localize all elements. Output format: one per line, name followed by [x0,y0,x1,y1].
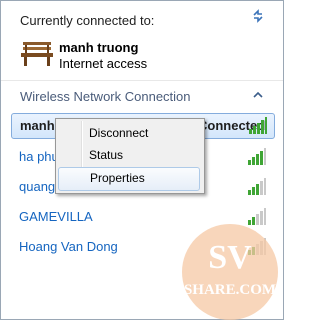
menu-item-label: Status [89,148,124,162]
menu-item-label: Properties [90,171,145,185]
signal-strength-icon [248,148,266,165]
collapse-chevron-icon[interactable] [253,91,263,99]
watermark-bottom-text: SHARE.COM [184,282,276,298]
connected-network-name: manh truong [59,40,139,55]
section-divider [1,80,283,81]
signal-strength-icon [249,117,267,134]
network-name: GAMEVILLA [19,209,93,224]
watermark-top-text: SV [208,239,252,276]
menu-item-label: Disconnect [89,126,149,140]
menu-item-status[interactable]: Status [58,145,200,167]
watermark-logo: SV SHARE.COM [182,224,278,320]
signal-strength-icon [248,178,266,195]
network-name: Hoang Van Dong [19,239,118,254]
wireless-section-label: Wireless Network Connection [20,89,191,104]
connected-network-status: Internet access [59,56,148,71]
bench-network-icon [21,42,53,66]
context-menu: Disconnect Status Properties [55,118,205,194]
current-connection-title: Currently connected to: [20,13,155,28]
refresh-icon[interactable] [251,9,265,23]
menu-item-properties[interactable]: Properties [58,167,200,191]
menu-item-disconnect[interactable]: Disconnect [58,123,200,145]
current-connection-area: Currently connected to: manh truong Inte… [1,1,283,81]
